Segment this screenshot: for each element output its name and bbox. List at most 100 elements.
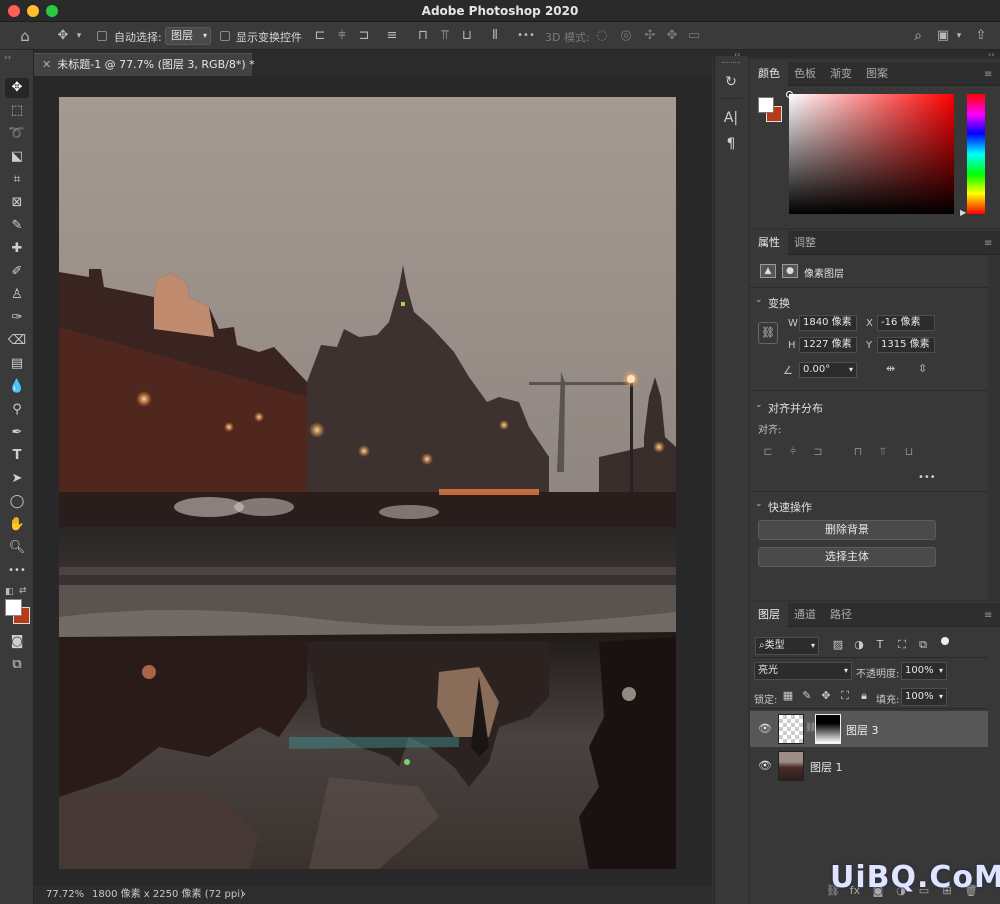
distribute-vertical-icon[interactable]: ≡ [385, 28, 399, 44]
dock-grip[interactable] [722, 62, 740, 65]
align-vertical-centers-icon[interactable]: ⫪ [438, 28, 452, 44]
chevron-down-icon[interactable]: ⌄ [755, 400, 763, 410]
chevron-down-icon[interactable]: ⌄ [755, 499, 763, 509]
history-brush-tool-icon[interactable]: ✑ [5, 308, 29, 328]
frame-tool-icon[interactable]: ⊠ [5, 193, 29, 213]
align-right-edges-icon[interactable]: ⊐ [357, 28, 371, 44]
hue-slider-handle[interactable]: ▶ [960, 208, 966, 217]
flip-vertical-icon[interactable]: ⇳ [918, 362, 927, 375]
filter-toggle[interactable] [941, 637, 949, 645]
properties-scrollbar[interactable] [988, 255, 1000, 600]
dodge-tool-icon[interactable]: ⚲ [5, 400, 29, 420]
chevron-down-icon[interactable]: ⌄ [755, 295, 763, 305]
history-icon[interactable]: ↻ [719, 72, 743, 92]
align-center-icon[interactable]: ⫩ [787, 445, 799, 459]
close-tab-icon[interactable]: ✕ [42, 58, 51, 71]
align-left-icon[interactable]: ⊏ [762, 445, 774, 458]
align-left-edges-icon[interactable]: ⊏ [313, 28, 327, 44]
status-menu-arrow[interactable]: › [242, 886, 246, 904]
hand-tool-icon[interactable]: ✋ [5, 515, 29, 535]
show-transform-checkbox[interactable] [220, 31, 230, 41]
blur-tool-icon[interactable]: 💧 [5, 377, 29, 397]
width-input[interactable]: 1840 像素 [799, 315, 857, 331]
zoom-tool-icon[interactable]: 🔍︎ [5, 538, 29, 558]
auto-select-checkbox[interactable] [97, 31, 107, 41]
opacity-input[interactable]: 100% ▾ [901, 662, 947, 680]
3d-camera-icon[interactable]: ▭ [686, 28, 702, 44]
lasso-tool-icon[interactable]: ➰ [5, 124, 29, 144]
zoom-level[interactable]: 77.72% [46, 886, 84, 904]
remove-background-button[interactable]: 删除背景 [758, 520, 936, 540]
color-field[interactable] [789, 94, 954, 214]
healing-brush-tool-icon[interactable]: ✚ [5, 239, 29, 259]
filter-shape-icon[interactable]: ⛶ [896, 638, 908, 652]
type-tool-icon[interactable]: T [5, 446, 29, 466]
workspace-icon[interactable]: ▣ [934, 28, 952, 44]
align-right-icon[interactable]: ⊐ [812, 445, 824, 458]
3d-orbit-icon[interactable]: ◌ [594, 28, 610, 44]
lock-position-icon[interactable]: ✥ [820, 689, 832, 702]
visibility-eye-icon[interactable]: 👁︎ [758, 722, 772, 735]
tab-swatches[interactable]: 色板 [786, 62, 824, 86]
fill-input[interactable]: 100% ▾ [901, 688, 947, 706]
pen-tool-icon[interactable]: ✒ [5, 423, 29, 443]
panel-menu-icon[interactable]: ≡ [984, 239, 996, 249]
tab-paths[interactable]: 路径 [822, 603, 860, 627]
share-icon[interactable]: ⇧ [972, 28, 990, 44]
align-bottom-icon[interactable]: ⊔ [903, 445, 915, 458]
layer-filter-dropdown[interactable]: ⌕类型 ▾ [755, 637, 819, 655]
object-selection-tool-icon[interactable]: ⬕ [5, 147, 29, 167]
expand-toolbar-icon[interactable]: ›› [4, 53, 11, 63]
default-colors-icon[interactable]: ◧ [5, 587, 14, 597]
align-top-icon[interactable]: ⊓ [852, 445, 864, 458]
y-input[interactable]: 1315 像素 [877, 337, 935, 353]
swap-colors-icon[interactable]: ⇄ [19, 586, 27, 596]
tab-channels[interactable]: 通道 [786, 603, 824, 627]
filter-pixel-icon[interactable]: ▨ [832, 638, 844, 651]
paragraph-panel-icon[interactable]: ¶ [719, 134, 743, 154]
layer-row[interactable]: 👁︎ ⛓ 图层 3 [750, 711, 988, 747]
auto-select-dropdown[interactable]: 图层 ▾ [165, 27, 211, 45]
tab-properties[interactable]: 属性 [750, 231, 788, 255]
lock-all-icon[interactable]: 🔒︎ [858, 689, 870, 703]
x-input[interactable]: -16 像素 [877, 315, 935, 331]
ellipse-tool-icon[interactable]: ◯ [5, 492, 29, 512]
canvas-image[interactable] [59, 97, 676, 869]
quick-mask-icon[interactable]: ◙ [5, 632, 29, 652]
lock-transparency-icon[interactable]: ▦ [782, 689, 794, 702]
layer-mask-icon[interactable]: ● [782, 264, 798, 278]
filter-type-icon[interactable]: T [874, 638, 886, 651]
chevron-down-icon[interactable]: ▾ [74, 28, 84, 44]
screen-mode-icon[interactable]: ⧉ [5, 655, 29, 675]
hue-slider[interactable] [967, 94, 985, 214]
tab-gradients[interactable]: 渐变 [822, 62, 860, 86]
blend-mode-dropdown[interactable]: 亮光 ▾ [754, 662, 852, 680]
color-picker-handle[interactable] [786, 91, 793, 98]
align-middle-icon[interactable]: ⫪ [877, 445, 889, 459]
align-horizontal-centers-icon[interactable]: ⫩ [335, 28, 349, 44]
move-tool-icon[interactable]: ✥ [5, 78, 29, 98]
flip-horizontal-icon[interactable]: ⇹ [886, 362, 895, 375]
collapse-panels-icon[interactable]: ›› [988, 50, 994, 59]
select-subject-button[interactable]: 选择主体 [758, 547, 936, 567]
more-options-icon[interactable]: ••• [516, 28, 536, 44]
panel-menu-icon[interactable]: ≡ [984, 611, 996, 621]
search-icon[interactable]: ⌕ [909, 28, 927, 44]
tab-patterns[interactable]: 图案 [858, 62, 896, 86]
angle-input[interactable]: 0.00° ▾ [799, 362, 857, 378]
document-tab[interactable]: ✕ 未标题-1 @ 77.7% (图层 3, RGB/8*) * [34, 53, 255, 76]
chevron-down-icon[interactable]: ▾ [954, 28, 964, 44]
panel-menu-icon[interactable]: ≡ [984, 70, 996, 80]
3d-slide-icon[interactable]: ✥ [664, 28, 680, 44]
more-align-options-icon[interactable]: ••• [918, 472, 936, 483]
lock-artboard-icon[interactable]: ⛶ [839, 689, 851, 703]
tab-layers[interactable]: 图层 [750, 603, 788, 627]
tab-color[interactable]: 颜色 [750, 62, 788, 86]
link-dimensions-icon[interactable]: ⛓ [758, 322, 778, 344]
foreground-color-swatch[interactable] [758, 97, 774, 113]
distribute-horizontal-icon[interactable]: ⦀ [488, 28, 502, 44]
gradient-tool-icon[interactable]: ▤ [5, 354, 29, 374]
layer-mask-thumbnail[interactable] [815, 714, 841, 744]
filter-smart-object-icon[interactable]: ⧉ [917, 638, 929, 652]
path-selection-tool-icon[interactable]: ➤ [5, 469, 29, 489]
